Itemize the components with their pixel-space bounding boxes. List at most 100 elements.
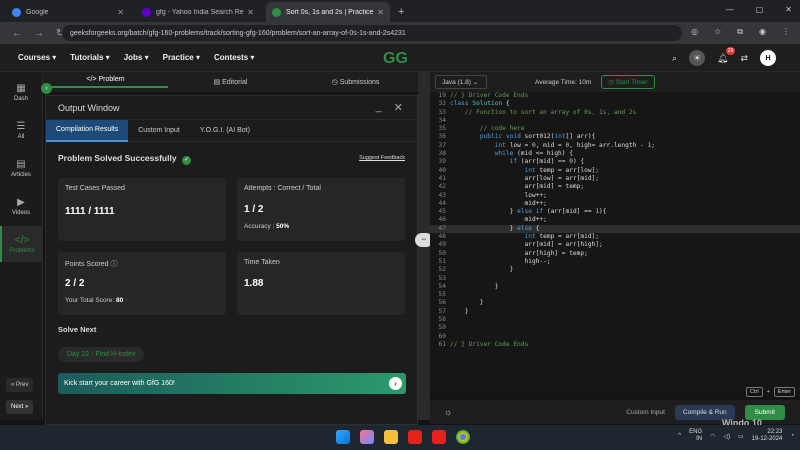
code-line[interactable]: 56 } [430, 299, 800, 307]
sidebar-item-dash[interactable]: ▦ Dash [0, 74, 42, 110]
wifi-icon[interactable]: ◠ [710, 433, 715, 440]
code-line[interactable]: 34 [430, 117, 800, 125]
code-line[interactable]: 32 class Solution { [430, 100, 800, 108]
code-line[interactable]: 45 } else if (arr[mid] == 1){ [430, 208, 800, 216]
code-line[interactable]: 47 } else { [430, 224, 800, 234]
chevron-up-icon[interactable]: ^ [678, 433, 681, 439]
code-line[interactable]: 37 int low = 0, mid = 0, high= arr.lengt… [430, 142, 800, 150]
code-line[interactable]: 50 arr[high] = temp; [430, 250, 800, 258]
code-line[interactable]: 42 arr[mid] = temp; [430, 183, 800, 191]
code-line[interactable]: 38 while (mid <= high) { [430, 150, 800, 158]
code-line[interactable]: 52 } [430, 266, 800, 274]
minimize-icon[interactable]: — [726, 5, 734, 14]
menu-jobs[interactable]: Jobs ▾ [124, 53, 149, 62]
language-select[interactable]: Java (1.8) ⌄ [435, 75, 487, 89]
close-icon[interactable]: ✕ [117, 8, 124, 17]
volume-icon[interactable]: ◁) [723, 433, 730, 440]
code-editor[interactable]: 19 // } Driver Code Ends 32 class Solution … [430, 92, 800, 392]
browser-tab-yahoo[interactable]: gfg - Yahoo India Search Results ✕ [136, 2, 260, 22]
code-line[interactable]: 43 low++; [430, 192, 800, 200]
gfg-logo[interactable]: GG [383, 50, 408, 68]
gfg160-banner[interactable]: Kick start your career with GfG 160! › [58, 373, 406, 394]
language-indicator[interactable]: ENG IN [689, 429, 702, 443]
start-timer-button[interactable]: ◷ Start Timer [601, 75, 655, 89]
code-line[interactable]: 35 // code here [430, 125, 800, 133]
browser-tab-gfg[interactable]: Sort 0s, 1s and 2s | Practice | G... ✕ [266, 2, 390, 22]
code-line[interactable]: 48 int temp = arr[mid]; [430, 233, 800, 241]
arrow-right-icon[interactable]: › [389, 377, 402, 390]
file-explorer-icon[interactable] [384, 430, 398, 444]
next-problem-button[interactable]: Day 22 - Find H-Index [58, 347, 145, 362]
chrome-icon[interactable] [456, 430, 470, 444]
close-icon[interactable]: ✕ [377, 8, 384, 17]
code-line[interactable]: 19 // } Driver Code Ends [430, 92, 800, 100]
bookmark-star-icon[interactable]: ☆ [714, 27, 721, 37]
tab-yogi-ai-bot[interactable]: Y.O.G.I. (AI Bot) [190, 120, 260, 142]
code-line[interactable]: 41 arr[low] = arr[mid]; [430, 175, 800, 183]
youtube-icon[interactable] [408, 430, 422, 444]
browser-tab-google[interactable]: Google ✕ [6, 2, 130, 22]
avatar[interactable]: H [760, 50, 776, 66]
close-icon[interactable]: ✕ [394, 101, 403, 114]
more-icon[interactable]: ⋮ [782, 27, 790, 37]
code-line[interactable]: 57 } [430, 308, 800, 316]
theme-toggle-icon[interactable]: ☀ [689, 50, 706, 66]
code-line[interactable]: 44 mid++; [430, 200, 800, 208]
code-line[interactable]: 54 } [430, 283, 800, 291]
profile-icon[interactable]: ◉ [759, 27, 766, 37]
minimize-icon[interactable]: _ [376, 101, 382, 114]
tab-problem[interactable]: </> Problem [43, 76, 168, 88]
code-line[interactable]: 36 public void sort012(int[] arr){ [430, 133, 800, 141]
maximize-icon[interactable]: ▢ [756, 5, 764, 14]
sidebar-item-problems[interactable]: </> Problems [0, 226, 42, 262]
lightbulb-icon[interactable]: ☼ [444, 407, 452, 417]
code-line[interactable]: 40 int temp = arr[low]; [430, 167, 800, 175]
tab-compilation-results[interactable]: Compilation Results [46, 119, 129, 142]
tab-custom-input[interactable]: Custom Input [128, 120, 190, 142]
sidebar-item-articles[interactable]: ▤ Articles [0, 150, 42, 186]
custom-input-button[interactable]: Custom Input [626, 409, 665, 416]
menu-tutorials[interactable]: Tutorials ▾ [70, 53, 109, 62]
copilot-icon[interactable] [360, 430, 374, 444]
suggest-feedback-link[interactable]: Suggest Feedback [359, 155, 405, 161]
close-icon[interactable]: ✕ [247, 8, 254, 17]
code-line[interactable]: 58 [430, 316, 800, 324]
code-line[interactable]: 33 // Function to sort an array of 0s, 1… [430, 109, 800, 117]
code-line[interactable]: 51 high--; [430, 258, 800, 266]
windows-start-icon[interactable] [336, 430, 350, 444]
code-line[interactable]: 59 [430, 324, 800, 332]
notification-bell-icon[interactable]: 🔔︎ 29 [717, 46, 736, 64]
eye-off-icon[interactable]: ◎ [691, 27, 698, 37]
expand-sidebar-icon[interactable]: › [41, 83, 52, 94]
code-line[interactable]: 61 // } Driver Code Ends [430, 341, 800, 349]
new-tab-icon[interactable]: + [398, 6, 404, 18]
pane-splitter[interactable]: ⇔ [415, 72, 433, 420]
code-line[interactable]: 49 arr[mid] = arr[high]; [430, 241, 800, 249]
sidebar-item-all[interactable]: ☰ All [0, 112, 42, 148]
menu-contests[interactable]: Contests ▾ [214, 53, 254, 62]
battery-icon[interactable]: ▭ [738, 433, 744, 440]
code-line[interactable]: 39 if (arr[mid] == 0) { [430, 158, 800, 166]
extensions-icon[interactable]: ⧉ [737, 27, 743, 37]
notification-center-icon[interactable]: ◔ [790, 433, 794, 439]
prev-button[interactable]: « Prev [6, 378, 34, 392]
search-icon[interactable]: ⌕ [672, 53, 677, 64]
switch-icon[interactable]: ⇄ [740, 53, 748, 64]
url-input[interactable]: geeksforgeeks.org/batch/gfg-160-problems… [62, 25, 682, 41]
youtube-icon[interactable] [432, 430, 446, 444]
next-button[interactable]: Next » [6, 400, 34, 414]
tab-submissions[interactable]: ◷ Submissions [293, 78, 418, 86]
code-line[interactable]: 46 mid++; [430, 216, 800, 224]
tab-editorial[interactable]: ▤ Editorial [168, 78, 293, 86]
sidebar-item-videos[interactable]: ▶ Videos [0, 188, 42, 224]
close-window-icon[interactable]: ✕ [785, 5, 792, 14]
code-line[interactable]: 60 [430, 333, 800, 341]
info-icon[interactable]: ⓘ [111, 261, 118, 268]
code-line[interactable]: 55 [430, 291, 800, 299]
clock[interactable]: 22:23 19-12-2024 [752, 429, 783, 443]
forward-icon[interactable]: → [34, 28, 44, 39]
code-line[interactable]: 53 [430, 275, 800, 283]
back-icon[interactable]: ← [12, 28, 22, 39]
menu-practice[interactable]: Practice ▾ [163, 53, 200, 62]
menu-courses[interactable]: Courses ▾ [18, 53, 56, 62]
